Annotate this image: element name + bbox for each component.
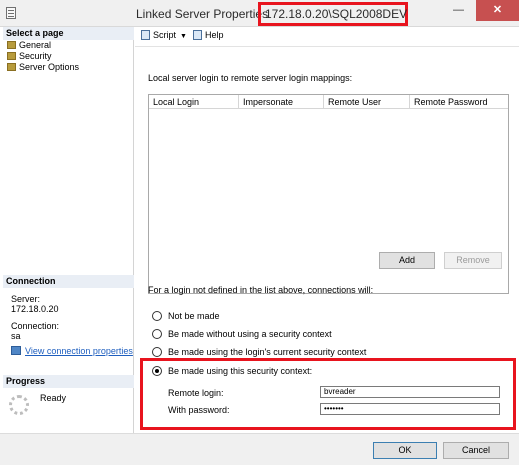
page-item-label: General (19, 40, 52, 50)
app-icon (6, 7, 16, 19)
ok-button[interactable]: OK (373, 442, 437, 459)
password-input[interactable]: ••••••• (320, 403, 500, 415)
radio-not-made[interactable] (152, 311, 162, 321)
option-without-security-context[interactable]: Be made without using a security context (152, 329, 332, 343)
minimize-button[interactable]: — (445, 0, 472, 21)
connection-label: Connection: (11, 321, 60, 331)
security-page: Local server login to remote server logi… (135, 48, 519, 433)
column-header-remote-user[interactable]: Remote User (324, 95, 410, 109)
cancel-button[interactable]: Cancel (443, 442, 509, 459)
window-title: Linked Server Properties (136, 7, 269, 21)
remote-login-input[interactable]: bvreader (320, 386, 500, 398)
option-label: Not be made (168, 311, 220, 321)
script-icon (141, 30, 150, 40)
help-icon (193, 30, 202, 40)
view-link-label: View connection properties (25, 346, 133, 356)
connection-properties-icon (11, 346, 21, 355)
server-value: 172.18.0.20 (11, 304, 59, 314)
progress-header: Progress (3, 375, 134, 388)
connection-header: Connection (3, 275, 134, 288)
page-icon (7, 63, 16, 71)
script-button[interactable]: Script ▼ (141, 30, 187, 44)
window-title-server: 172.18.0.20\SQL2008DEV (258, 2, 408, 26)
option-label: Be made using the login's current securi… (168, 347, 367, 357)
radio-this-security-context[interactable] (152, 366, 162, 376)
dialog-footer: OK Cancel (0, 433, 519, 465)
script-label: Script (153, 30, 177, 40)
page-icon (7, 41, 16, 49)
option-label: Be made using this security context: (168, 366, 313, 376)
not-defined-label: For a login not defined in the list abov… (148, 285, 374, 295)
server-label: Server: (11, 294, 41, 304)
close-button[interactable]: ✕ (476, 0, 519, 21)
left-pane: Select a page General Security Server Op… (3, 27, 134, 456)
page-item-server-options[interactable]: Server Options (7, 62, 79, 74)
page-item-label: Server Options (19, 62, 80, 72)
option-not-made[interactable]: Not be made (152, 311, 220, 325)
title-bar: Linked Server Properties 172.18.0.20\SQL… (0, 0, 519, 27)
column-header-impersonate[interactable]: Impersonate (239, 95, 324, 109)
grid-header: Local Login Impersonate Remote User Remo… (149, 95, 508, 109)
select-page-header: Select a page (3, 27, 134, 40)
remove-button[interactable]: Remove (444, 252, 502, 269)
chevron-down-icon[interactable]: ▼ (180, 33, 187, 40)
remote-login-label: Remote login: (168, 388, 224, 398)
password-label: With password: (168, 405, 230, 415)
help-button[interactable]: Help (193, 30, 224, 44)
mappings-label: Local server login to remote server logi… (148, 73, 353, 83)
radio-current-security-context[interactable] (152, 347, 162, 357)
option-label: Be made without using a security context (168, 329, 332, 339)
help-label: Help (205, 30, 224, 40)
column-header-local-login[interactable]: Local Login (149, 95, 239, 109)
toolbar: Script ▼ Help (135, 27, 519, 47)
column-header-remote-password[interactable]: Remote Password (410, 95, 508, 109)
page-item-label: Security (19, 51, 52, 61)
page-icon (7, 52, 16, 60)
connection-value: sa (11, 331, 21, 341)
progress-status: Ready (40, 393, 67, 403)
view-connection-properties-link[interactable]: View connection properties (11, 346, 133, 356)
add-button[interactable]: Add (379, 252, 435, 269)
progress-spinner-icon (9, 395, 29, 415)
radio-without-security-context[interactable] (152, 329, 162, 339)
option-this-security-context[interactable]: Be made using this security context: (152, 366, 312, 380)
